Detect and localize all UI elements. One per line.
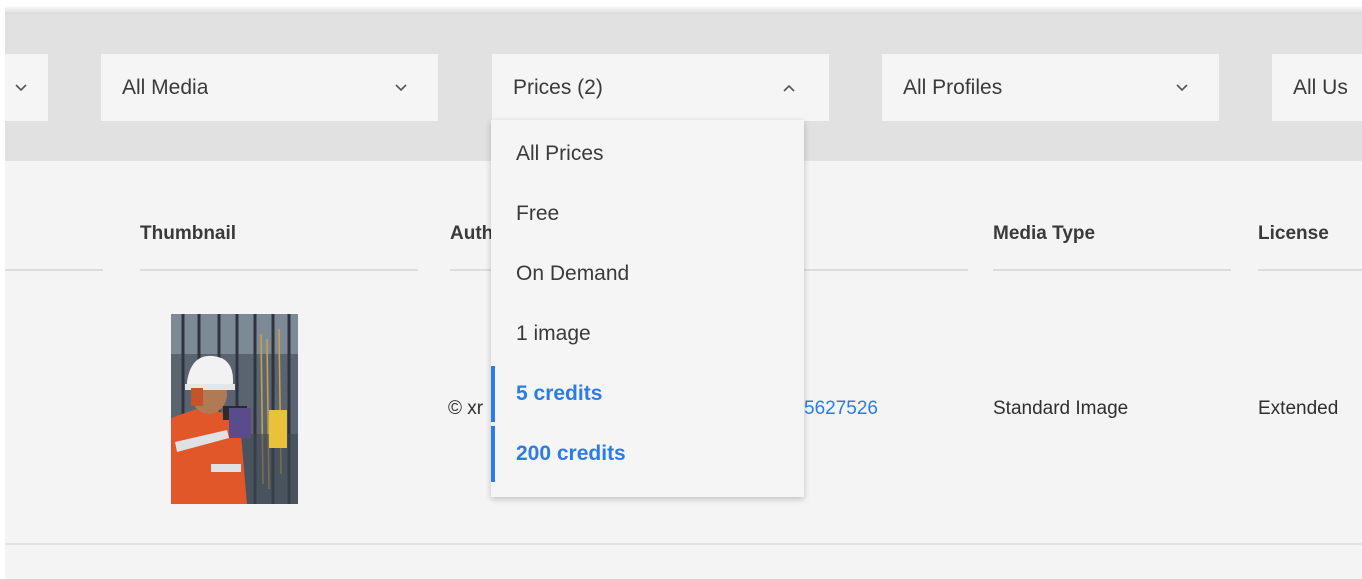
row-divider [0,543,1362,545]
price-option-5-credits[interactable]: 5 credits [491,366,804,422]
thumbnail-header[interactable]: Thumbnail [140,223,236,245]
asset-thumbnail[interactable] [171,314,298,504]
page: All Media Prices (2) All Profiles All Us… [0,0,1362,579]
price-filter-dropdown[interactable]: Prices (2) [492,54,829,121]
license-header[interactable]: License [1258,223,1329,245]
price-option-on-demand[interactable]: On Demand [491,246,804,302]
profile-filter-dropdown[interactable]: All Profiles [882,54,1219,121]
header-divider [993,269,1231,271]
author-cell: © xr [448,398,484,419]
media-filter-label: All Media [122,76,209,99]
media-type-header[interactable]: Media Type [993,223,1095,245]
chevron-down-icon [11,54,31,121]
price-option-all-prices[interactable]: All Prices [491,126,804,182]
header-divider [1258,269,1362,271]
profile-filter-label: All Profiles [903,76,1003,99]
chevron-down-icon [1172,54,1192,121]
price-option-200-credits[interactable]: 200 credits [491,426,804,482]
price-option-free[interactable]: Free [491,186,804,242]
media-filter-dropdown[interactable]: All Media [101,54,438,121]
price-filter-label: Prices (2) [513,76,603,99]
media-type-cell: Standard Image [993,398,1129,419]
header-divider [140,269,418,271]
user-filter-label: All Us [1293,76,1348,99]
price-option-1-image[interactable]: 1 image [491,306,804,362]
header-divider [5,269,103,271]
top-shadow [0,0,1362,14]
author-header[interactable]: Auth [450,223,493,245]
price-filter-menu: All Prices Free On Demand 1 image 5 cred… [491,120,804,497]
asset-id-link[interactable]: 5627526 [804,398,878,420]
filter-dropdown-partial[interactable] [5,54,48,121]
user-filter-dropdown[interactable]: All Us [1272,54,1362,121]
chevron-down-icon [391,54,411,121]
chevron-up-icon [779,54,799,121]
license-cell: Extended [1258,398,1339,419]
left-edge [0,0,5,579]
